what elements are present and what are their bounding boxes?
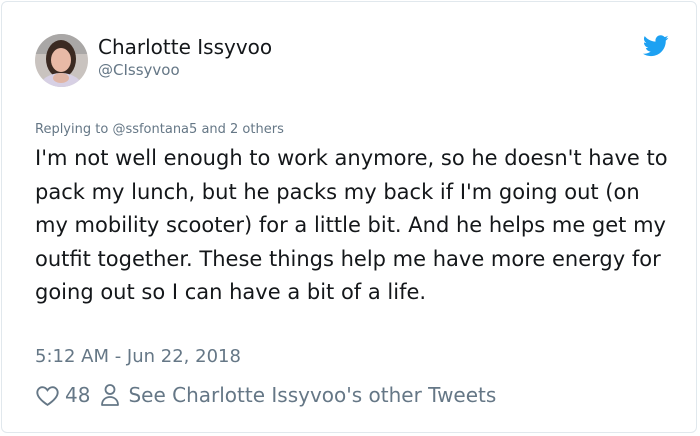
avatar[interactable] [35,34,88,87]
display-name[interactable]: Charlotte Issyvoo [98,35,272,59]
tweet-text: I'm not well enough to work anymore, so … [35,146,668,304]
tweet-actions: 48 See Charlotte Issyvoo's other Tweets [35,380,496,410]
reply-others-link[interactable]: and 2 others [201,122,283,137]
heart-icon[interactable] [35,383,60,408]
twitter-bird-icon[interactable] [643,35,669,57]
reply-mention-link[interactable]: @ssfontana5 [112,122,197,137]
person-icon [101,384,120,406]
avatar-image [35,34,88,87]
see-other-tweets-link[interactable]: See Charlotte Issyvoo's other Tweets [128,383,496,407]
tweet-timestamp[interactable]: 5:12 AM - Jun 22, 2018 [35,346,241,367]
reply-context: Replying to @ssfontana5 and 2 others [35,122,284,137]
user-handle[interactable]: @CIssyvoo [98,61,180,79]
like-count: 48 [65,383,91,407]
reply-prefix: Replying to [35,122,109,137]
tweet-card: Charlotte Issyvoo @CIssyvoo Replying to … [1,1,697,433]
